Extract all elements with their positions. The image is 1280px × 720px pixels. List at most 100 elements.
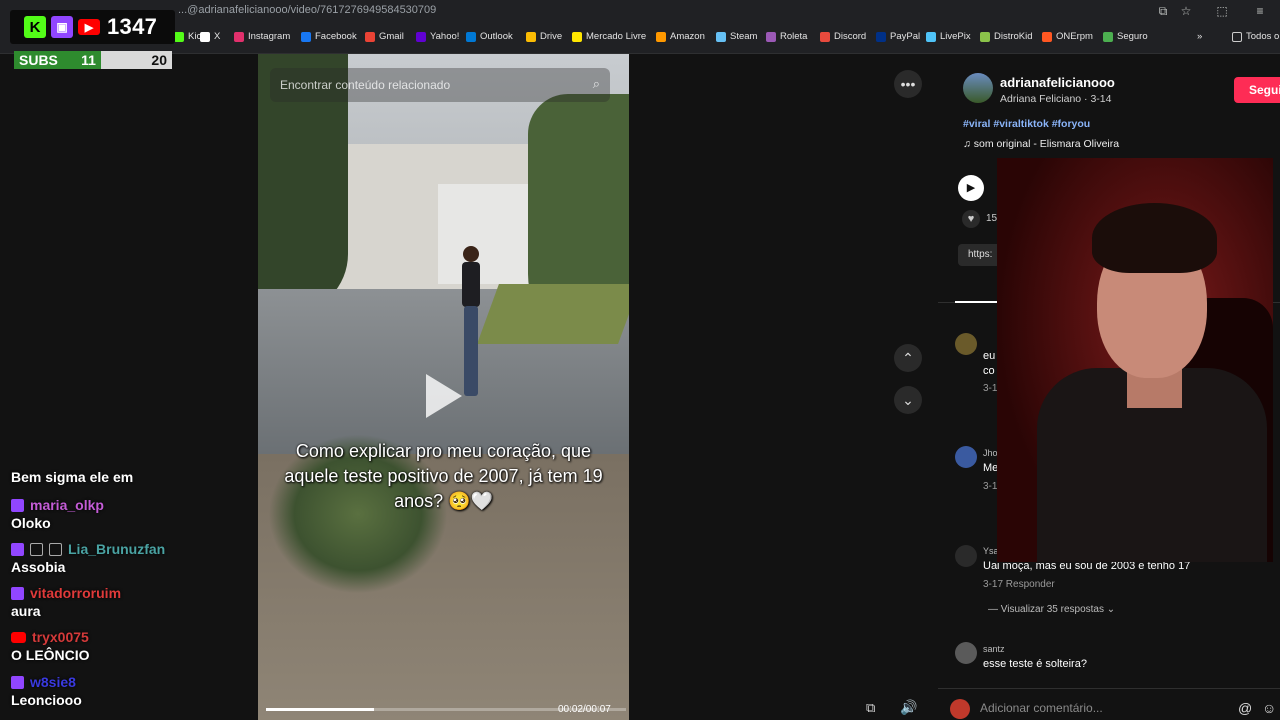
- bookmark-yahoo-[interactable]: Yahoo!: [416, 31, 459, 42]
- subs-goal-bar: SUBS 11 20: [14, 51, 172, 69]
- youtube-badge-icon: [11, 631, 26, 643]
- author-username[interactable]: adrianafelicianooo: [1000, 75, 1115, 90]
- yahoo-icon: [416, 31, 426, 42]
- gmail-icon: [365, 31, 375, 42]
- browser-url-bar[interactable]: ...@adrianafelicianooo/video/76172769495…: [0, 0, 1280, 22]
- twitch-badge-icon: [11, 675, 24, 689]
- twitch-icon: ▣: [51, 16, 73, 38]
- comment-text: esse teste é solteira?: [983, 658, 1087, 670]
- comment-text: Me: [983, 462, 999, 474]
- comment-input[interactable]: Adicionar comentário...: [980, 698, 1280, 720]
- subs-goal: 20: [151, 52, 167, 68]
- menu-icon[interactable]: ≡: [1252, 3, 1268, 19]
- comment-avatar[interactable]: [955, 545, 977, 567]
- input-divider: [938, 688, 1280, 689]
- comment-avatar[interactable]: [955, 333, 977, 355]
- previous-video-icon[interactable]: ⌃: [894, 344, 922, 372]
- author-avatar[interactable]: [963, 73, 993, 103]
- bookmark-steam[interactable]: Steam: [716, 31, 757, 42]
- more-bookmarks-icon[interactable]: »: [1197, 31, 1202, 42]
- bookmark-facebook[interactable]: Facebook: [301, 31, 357, 42]
- steam-icon: [716, 31, 726, 42]
- bookmark-distrokid[interactable]: DistroKid: [980, 31, 1033, 42]
- chat-message: Assobia: [11, 559, 66, 575]
- next-video-icon[interactable]: ⌄: [894, 386, 922, 414]
- bookmark-amazon[interactable]: Amazon: [656, 31, 705, 42]
- extensions-icon[interactable]: ⬚: [1214, 3, 1230, 19]
- viewer-count: 1347: [107, 14, 158, 39]
- star-icon[interactable]: ☆: [1178, 3, 1194, 19]
- related-search-input[interactable]: Encontrar conteúdo relacionado ⌕: [270, 68, 610, 102]
- facebook-icon: [301, 31, 311, 42]
- bookmark-paypal[interactable]: PayPal: [876, 31, 920, 42]
- paypal-icon: [876, 31, 886, 42]
- music-note-icon: ♫: [963, 138, 974, 150]
- twitch-badge-icon: [11, 542, 24, 556]
- more-options-icon[interactable]: •••: [894, 70, 922, 98]
- folder-icon: [1232, 31, 1242, 42]
- chat-badge-icon: [49, 542, 62, 556]
- chat-message: Oloko: [11, 515, 51, 531]
- bookmark-gmail[interactable]: Gmail: [365, 31, 404, 42]
- volume-icon[interactable]: 🔊: [900, 699, 917, 716]
- bookmark-drive[interactable]: Drive: [526, 31, 562, 42]
- bookmark-x[interactable]: X: [200, 31, 220, 42]
- url-text[interactable]: ...@adrianafelicianooo/video/76172769495…: [178, 4, 436, 16]
- comment-meta[interactable]: 3-17 Responder: [983, 579, 1055, 590]
- bookmark-onerpm[interactable]: ONErpm: [1042, 31, 1093, 42]
- comment-text: eu: [983, 350, 996, 362]
- chat-message: Leonciooo: [11, 692, 82, 708]
- bookmark-roleta[interactable]: Roleta: [766, 31, 807, 42]
- play-button-icon[interactable]: ▶: [958, 175, 984, 201]
- follow-button[interactable]: Segui: [1234, 77, 1280, 103]
- outlook-icon: [466, 31, 476, 42]
- video-player[interactable]: Encontrar conteúdo relacionado ⌕ Como ex…: [258, 54, 629, 720]
- bookmark-instagram[interactable]: Instagram: [234, 31, 290, 42]
- comment-avatar[interactable]: [955, 642, 977, 664]
- onerpm-icon: [1042, 31, 1052, 42]
- play-icon[interactable]: [426, 374, 462, 418]
- comment-meta: 3-1: [983, 383, 998, 394]
- bookmark-discord[interactable]: Discord: [820, 31, 866, 42]
- youtube-icon: ▶: [78, 19, 100, 35]
- all-bookmarks[interactable]: Todos o: [1232, 31, 1279, 42]
- bookmark-seguro[interactable]: Seguro: [1103, 31, 1148, 42]
- heart-icon[interactable]: ♥: [962, 210, 980, 228]
- x-icon: [200, 31, 210, 42]
- comment-avatar[interactable]: [955, 446, 977, 468]
- mention-icon[interactable]: @: [1238, 700, 1252, 716]
- chat-username: tryx0075: [11, 629, 89, 645]
- search-icon[interactable]: ⌕: [593, 76, 600, 92]
- seguro-icon: [1103, 31, 1113, 42]
- bookmark-outlook[interactable]: Outlook: [466, 31, 513, 42]
- comment-author[interactable]: santz: [983, 644, 1005, 654]
- chat-username: vitadorroruim: [11, 585, 121, 601]
- chat-username: Lia_Brunuzfan: [11, 541, 165, 557]
- video-caption: Como explicar pro meu coração, que aquel…: [284, 441, 603, 511]
- chat-badge-icon: [30, 542, 43, 556]
- video-time: 00:02/00:07: [558, 704, 611, 715]
- view-replies-button[interactable]: — Visualizar 35 respostas ⌄: [988, 604, 1115, 615]
- chat-username: w8sie8: [11, 674, 76, 690]
- viewer-counter: K ▣ ▶ 1347: [10, 10, 175, 44]
- music-info[interactable]: ♫ som original - Elismara Oliveira: [963, 138, 1119, 150]
- discord-icon: [820, 31, 830, 42]
- streamer-webcam: [997, 158, 1273, 562]
- chat-message: O LEÔNCIO: [11, 647, 90, 663]
- chat-username: maria_olkp: [11, 497, 104, 513]
- twitch-badge-icon: [11, 586, 24, 600]
- emoji-icon[interactable]: ☺: [1262, 700, 1276, 716]
- drive-icon: [526, 31, 536, 42]
- install-icon[interactable]: ⧉: [1155, 3, 1171, 19]
- video-grass: [477, 284, 629, 344]
- bookmark-livepix[interactable]: LivePix: [926, 31, 971, 42]
- user-avatar: [950, 699, 970, 719]
- bookmark-mercado-livre[interactable]: Mercado Livre: [572, 31, 646, 42]
- chat-message: aura: [11, 603, 41, 619]
- pip-icon[interactable]: ⧉: [866, 700, 875, 716]
- comment-author[interactable]: Jho: [983, 448, 998, 458]
- hashtags[interactable]: #viral #viraltiktok #foryou: [963, 118, 1090, 130]
- video-progress-fill: [266, 708, 374, 711]
- author-display-name: Adriana Feliciano · 3-14: [1000, 93, 1112, 105]
- active-tab-indicator: [955, 301, 1000, 303]
